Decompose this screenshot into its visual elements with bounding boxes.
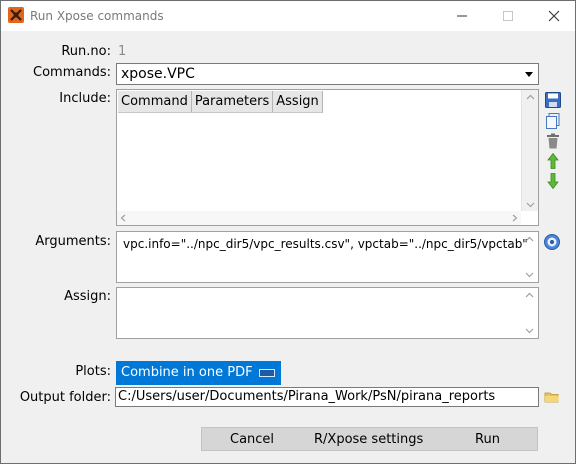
run-button[interactable]: Run [475,432,500,447]
assign-label: Assign: [64,289,111,304]
commands-label: Commands: [33,65,111,80]
move-up-icon[interactable] [544,152,562,170]
close-button[interactable] [531,1,576,31]
run-xpose-dialog: Run Xpose commands Run.no: 1 Commands: x… [0,0,576,464]
include-label: Include: [59,91,111,106]
folder-icon[interactable] [544,389,560,405]
run-no-label: Run.no: [61,44,111,59]
include-vertical-scrollbar[interactable] [521,90,538,212]
cancel-button[interactable]: Cancel [230,432,274,447]
run-no-value: 1 [118,44,127,59]
save-icon[interactable] [544,91,562,109]
arguments-scrollbar[interactable] [521,232,538,282]
include-table[interactable]: Command Parameters Assign [116,89,539,226]
scroll-corner [521,211,538,225]
minimize-button[interactable] [439,1,485,31]
window-title: Run Xpose commands [30,9,164,23]
move-down-icon[interactable] [544,172,562,190]
include-table-header: Command Parameters Assign [118,91,323,113]
commands-select[interactable]: xpose.VPC [116,63,539,85]
plots-label: Plots: [75,364,111,379]
action-button-bar: Cancel R/Xpose settings Run [201,427,538,451]
include-horizontal-scrollbar[interactable] [117,211,521,225]
help-icon[interactable] [543,233,561,251]
arguments-label: Arguments: [35,234,111,249]
arguments-textarea[interactable]: vpc.info="../npc_dir5/vpc_results.csv", … [116,231,539,283]
column-header-command[interactable]: Command [118,91,192,113]
trash-icon[interactable] [544,132,562,150]
column-header-parameters[interactable]: Parameters [191,91,274,113]
xpose-settings-button[interactable]: R/Xpose settings [314,432,423,447]
assign-scrollbar[interactable] [521,288,538,338]
title-bar: Run Xpose commands [1,1,575,31]
arguments-value: vpc.info="../npc_dir5/vpc_results.csv", … [123,237,528,251]
menu-indicator-icon [259,369,275,377]
pirana-app-icon [8,7,24,23]
output-folder-label: Output folder: [19,390,111,405]
column-header-assign[interactable]: Assign [273,91,323,113]
plots-select-value: Combine in one PDF [121,365,253,380]
output-folder-input[interactable]: C:/Users/user/Documents/Pirana_Work/PsN/… [115,387,539,407]
maximize-button[interactable] [485,1,531,31]
plots-select[interactable]: Combine in one PDF [116,361,281,385]
copy-icon[interactable] [544,112,562,130]
output-folder-value: C:/Users/user/Documents/Pirana_Work/PsN/… [118,389,496,404]
chevron-down-icon[interactable] [521,65,537,83]
assign-textarea[interactable] [116,287,539,339]
commands-select-value: xpose.VPC [121,66,195,82]
